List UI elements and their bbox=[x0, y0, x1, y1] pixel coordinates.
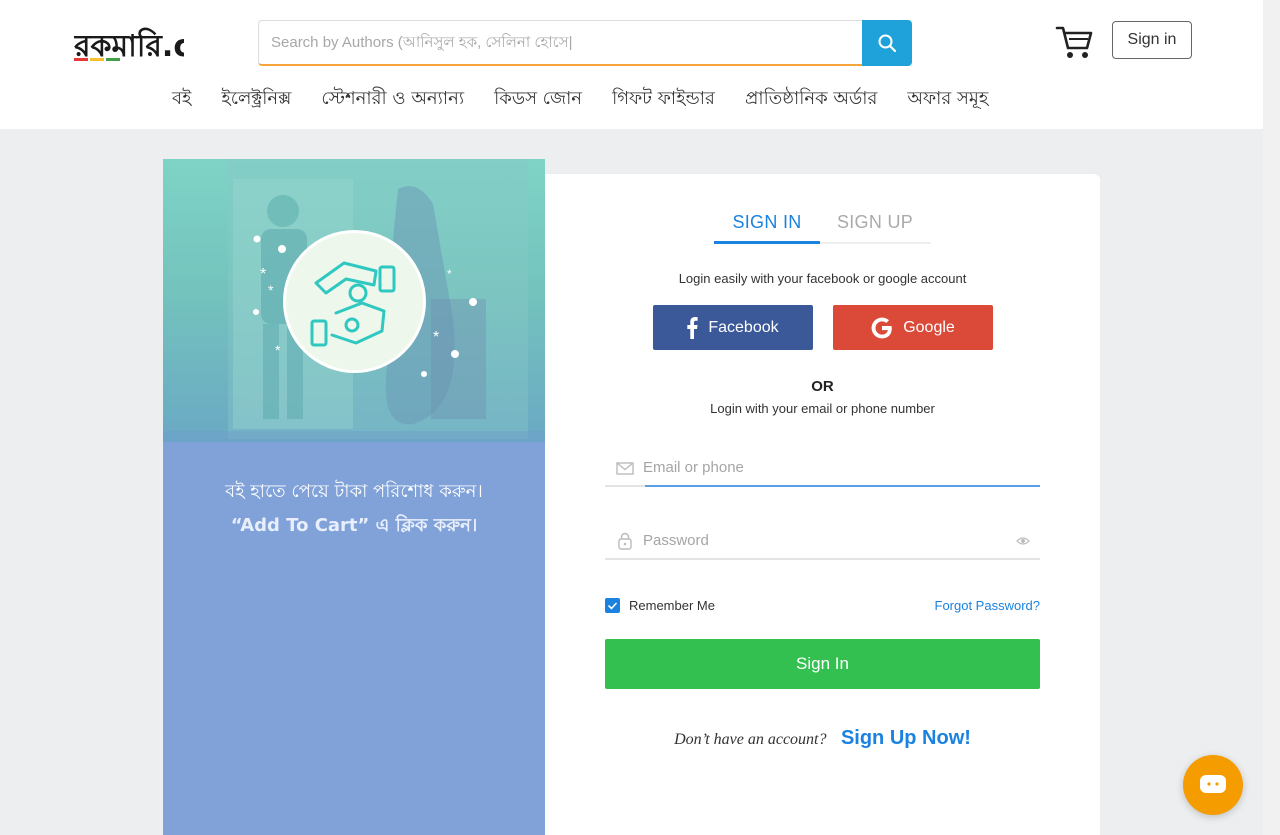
email-input[interactable] bbox=[643, 453, 1003, 481]
signup-prompt: Don’t have an account? Sign Up Now! bbox=[545, 727, 1100, 750]
promo-panel: * * * * * বই হাতে পেয়ে টাকা পরিশোধ করুন… bbox=[163, 159, 545, 835]
header-signin-button[interactable]: Sign in bbox=[1112, 21, 1192, 59]
nav-item-kids-zone[interactable]: কিডস জোন bbox=[494, 84, 582, 115]
auth-tabs: SIGN IN SIGN UP bbox=[714, 202, 931, 244]
google-label: Google bbox=[903, 318, 955, 336]
email-field bbox=[605, 447, 1040, 487]
nav-item-electronics[interactable]: ইলেক্ট্রনিক্স bbox=[221, 84, 291, 115]
svg-text:*: * bbox=[433, 329, 439, 346]
svg-text:*: * bbox=[260, 266, 266, 283]
nav-item-stationery[interactable]: স্টেশনারী ও অন্যান্য bbox=[321, 84, 464, 115]
search-input[interactable] bbox=[258, 20, 863, 66]
signup-now-link[interactable]: Sign Up Now! bbox=[841, 727, 971, 749]
active-tab-indicator bbox=[714, 241, 820, 244]
rokomari-logo[interactable]: রকমারি.com bbox=[74, 22, 184, 64]
chat-widget-button[interactable] bbox=[1183, 755, 1243, 815]
facebook-icon bbox=[687, 316, 698, 339]
hand-money-badge bbox=[283, 230, 426, 373]
show-password-eye-icon[interactable] bbox=[1016, 536, 1030, 546]
promo-line-add-to-cart: “Add To Cart” এ ক্লিক করুন। bbox=[230, 515, 478, 536]
hands-money-icon bbox=[310, 261, 396, 347]
email-focus-line bbox=[645, 485, 1040, 487]
promo-line-cash-on-delivery: বই হাতে পেয়ে টাকা পরিশোধ করুন। bbox=[225, 481, 483, 502]
site-header: রকমারি.com Sign in বই ইলেক্ট্রনিক্স স্টে… bbox=[0, 0, 1263, 129]
nav-item-offers[interactable]: অফার সমূহ bbox=[907, 84, 988, 115]
google-icon bbox=[871, 317, 893, 338]
check-icon bbox=[608, 602, 617, 610]
svg-text:*: * bbox=[268, 282, 274, 298]
envelope-icon bbox=[616, 462, 634, 475]
promo-illustration: * * * * * bbox=[163, 159, 545, 442]
search-icon bbox=[878, 34, 897, 53]
chat-icon bbox=[1200, 775, 1226, 793]
svg-text:*: * bbox=[447, 267, 452, 281]
nav-item-books[interactable]: বই bbox=[172, 84, 191, 115]
remember-me-label: Remember Me bbox=[629, 598, 715, 613]
or-divider: OR bbox=[811, 378, 834, 395]
nav-item-gift-finder[interactable]: গিফট ফাইন্ডার bbox=[612, 84, 715, 115]
social-login-hint: Login easily with your facebook or googl… bbox=[678, 271, 967, 286]
main-nav: বই ইলেক্ট্রনিক্স স্টেশনারী ও অন্যান্য কি… bbox=[172, 84, 1018, 115]
search-bar bbox=[258, 20, 912, 66]
signin-submit-button[interactable]: Sign In bbox=[605, 639, 1040, 689]
tab-signup[interactable]: SIGN UP bbox=[822, 212, 928, 233]
remember-me-checkbox[interactable] bbox=[605, 598, 620, 613]
password-input[interactable] bbox=[643, 526, 1003, 554]
no-account-text: Don’t have an account? bbox=[674, 731, 827, 748]
login-card: SIGN IN SIGN UP Login easily with your f… bbox=[545, 174, 1100, 835]
remember-me[interactable]: Remember Me bbox=[605, 598, 715, 613]
email-login-hint: Login with your email or phone number bbox=[710, 401, 935, 416]
search-button[interactable] bbox=[862, 20, 912, 66]
facebook-label: Facebook bbox=[708, 318, 779, 336]
lock-icon bbox=[618, 532, 632, 550]
nav-item-institutional-order[interactable]: প্রাতিষ্ঠানিক অর্ডার bbox=[745, 84, 877, 115]
facebook-login-button[interactable]: Facebook bbox=[653, 305, 813, 350]
cart-icon[interactable] bbox=[1055, 24, 1093, 60]
page-scrollbar[interactable] bbox=[1263, 0, 1280, 835]
google-login-button[interactable]: Google bbox=[833, 305, 993, 350]
password-field bbox=[605, 520, 1040, 560]
svg-text:*: * bbox=[275, 342, 281, 358]
forgot-password-link[interactable]: Forgot Password? bbox=[935, 598, 1041, 613]
tab-signin[interactable]: SIGN IN bbox=[714, 212, 820, 233]
